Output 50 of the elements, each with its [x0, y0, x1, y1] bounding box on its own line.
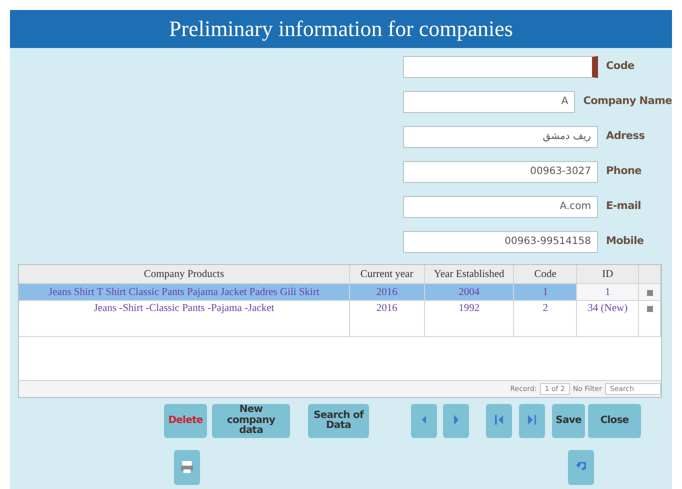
table-cell: 1 [514, 284, 578, 301]
field-label: E-mail [606, 198, 641, 214]
field-label: Phone [606, 164, 642, 179]
column-header[interactable]: Company Products [19, 265, 350, 284]
nav-button[interactable] [486, 404, 512, 438]
row-marker-icon [646, 290, 653, 296]
column-header[interactable]: Year Established [424, 265, 514, 284]
table-row[interactable]: Jeans Shirt T Shirt Classic Pants Pajama Jacket Padres Gili Skirt 2016 2004 1 1 [19, 284, 661, 301]
table-cell: 34 (New) [577, 301, 640, 337]
field-label: Adress [606, 128, 645, 144]
table-cell: 1 [577, 284, 640, 301]
table-cell: Jeans Shirt T Shirt Classic Pants Pajama Jacket Padres Gili Skirt [19, 284, 350, 301]
nav-button[interactable] [443, 404, 469, 438]
row-marker-icon [646, 306, 653, 312]
table-cell: 2016 [350, 301, 425, 337]
window-title: Preliminary information for companies [10, 10, 672, 48]
field-label: Code [606, 58, 634, 74]
form-button[interactable]: Close [588, 404, 641, 438]
table-cell: 1992 [424, 301, 514, 337]
printer-icon [181, 461, 193, 474]
row-selector[interactable] [639, 284, 661, 301]
table-cell: 2004 [424, 284, 514, 301]
nav-button[interactable] [519, 404, 545, 438]
next-icon [454, 415, 458, 426]
column-header[interactable]: ID [577, 265, 640, 284]
table-cell: 2 [514, 301, 578, 337]
nav-button[interactable] [174, 450, 200, 485]
column-header[interactable]: Current year [350, 265, 425, 284]
column-header[interactable]: Code [514, 265, 578, 284]
field-label: Mobile [606, 234, 644, 249]
input-field[interactable]: A.com [403, 196, 598, 218]
form-button[interactable]: Search of Data [308, 404, 369, 438]
last-icon [528, 415, 536, 426]
nav-button[interactable] [568, 450, 594, 485]
input-field[interactable]: 00963-3027 [403, 160, 598, 182]
row-selector[interactable] [639, 301, 661, 337]
input-field[interactable]: 00963-99514158 [403, 230, 598, 252]
input-field[interactable]: A [403, 90, 576, 112]
form-button[interactable]: New company data [212, 404, 290, 438]
first-icon [494, 415, 504, 426]
input-field[interactable]: ريف دمشق [403, 126, 598, 148]
table-cell: Jeans -Shirt -Classic Pants -Pajama -Jacket [19, 301, 350, 337]
undo-icon [576, 462, 586, 471]
table-row[interactable]: Jeans -Shirt -Classic Pants -Pajama -Jacket 2016 1992 2 34 (New) [19, 301, 661, 337]
form-button[interactable]: Save [552, 404, 585, 438]
previous-icon [422, 415, 426, 426]
field-label: Company Name [583, 94, 672, 109]
table-cell: 2016 [350, 284, 425, 301]
row-selector-header [639, 265, 661, 284]
input-field[interactable] [403, 56, 598, 78]
